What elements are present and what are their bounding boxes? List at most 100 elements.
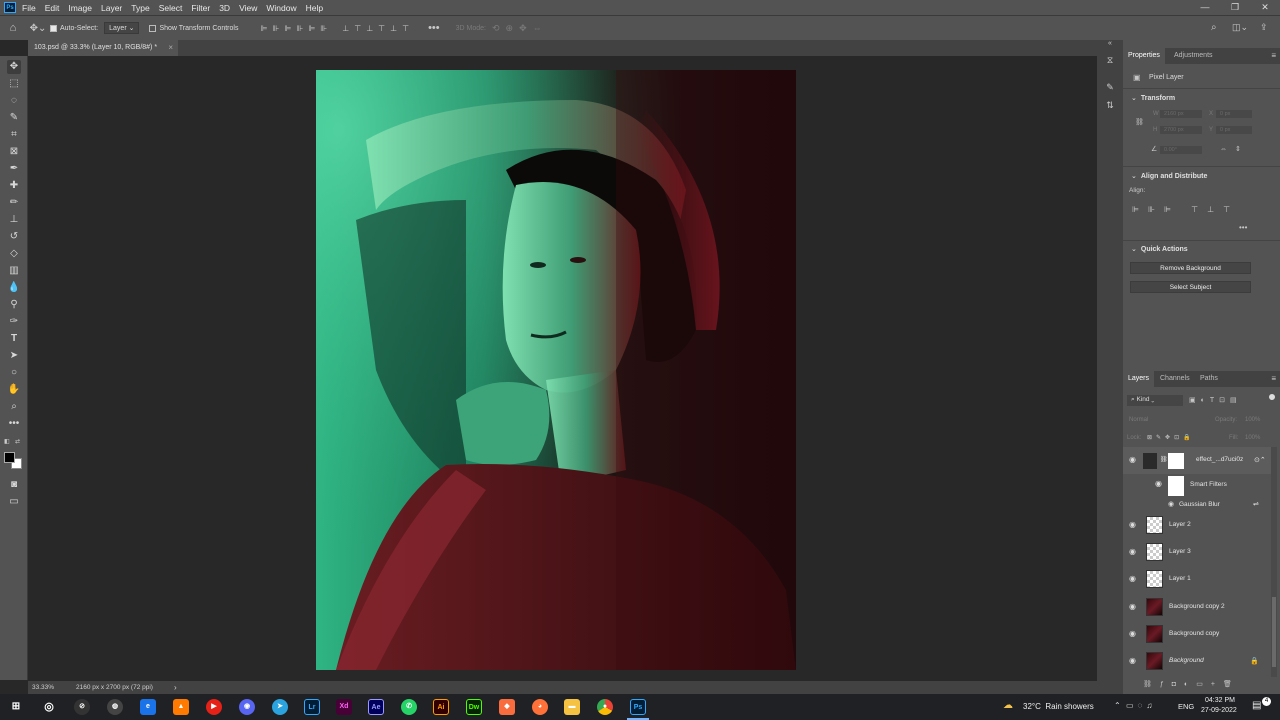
align-buttons-icons[interactable]: ⊫⊪⊫ ⊤⊥⊤	[1132, 205, 1239, 214]
layer-row[interactable]: ◉ Layer 1	[1123, 566, 1271, 593]
menu-view[interactable]: View	[239, 3, 257, 13]
quick-actions-title[interactable]: Quick Actions	[1131, 245, 1188, 253]
visibility-eye-icon[interactable]: ◉	[1129, 602, 1136, 611]
tab-paths[interactable]: Paths	[1195, 371, 1223, 387]
foreground-color-swatch[interactable]	[4, 452, 15, 463]
filter-toggle-icon[interactable]	[1269, 394, 1275, 400]
visibility-eye-icon[interactable]: ◉	[1129, 547, 1136, 556]
brush-tool-icon[interactable]: ✏	[7, 196, 21, 210]
move-tool-icon[interactable]: ✥	[7, 60, 21, 74]
menu-file[interactable]: File	[22, 3, 36, 13]
auto-select-target-dropdown[interactable]: Layer ⌄	[104, 22, 140, 34]
history-brush-tool-icon[interactable]: ↺	[7, 230, 21, 244]
layers-scrollbar[interactable]	[1271, 447, 1277, 677]
menu-layer[interactable]: Layer	[101, 3, 122, 13]
layers-footer-icons[interactable]: ⛓ƒ◘◐▭+🗑	[1143, 680, 1240, 688]
adjustments-panel-icon[interactable]: ⇅	[1103, 100, 1117, 114]
tab-channels[interactable]: Channels	[1155, 371, 1195, 387]
layer-row[interactable]: ◉ ⛓ effect_...d7uci0z ⊙⌃	[1123, 447, 1271, 474]
menu-filter[interactable]: Filter	[191, 3, 210, 13]
minimize-button[interactable]: —	[1190, 0, 1220, 15]
visibility-eye-icon[interactable]: ◉	[1129, 455, 1136, 464]
ellipse-tool-icon[interactable]: ○	[7, 366, 21, 380]
vlc-icon[interactable]: ▲	[173, 699, 189, 715]
document-tab[interactable]: 103.psd @ 33.3% (Layer 10, RGB/8#) * ×	[28, 40, 178, 56]
select-subject-button[interactable]: Select Subject	[1130, 281, 1251, 293]
more-options-icon[interactable]: •••	[428, 22, 440, 34]
layer-name[interactable]: Layer 1	[1169, 575, 1191, 582]
visibility-eye-icon[interactable]: ◉	[1168, 500, 1174, 508]
smart-filters-row[interactable]: ◉ Smart Filters	[1123, 474, 1271, 496]
layer-row[interactable]: ◉ Background copy	[1123, 621, 1271, 648]
default-colors-icon[interactable]: ◧	[4, 438, 12, 445]
eraser-tool-icon[interactable]: ◇	[7, 247, 21, 261]
panel-menu-icon[interactable]: ≡	[1271, 51, 1276, 60]
clone-stamp-tool-icon[interactable]: ⊥	[7, 213, 21, 227]
lock-icons[interactable]: ⊠✎✥⊡🔒	[1147, 434, 1195, 441]
remove-background-button[interactable]: Remove Background	[1130, 262, 1251, 274]
menu-type[interactable]: Type	[131, 3, 149, 13]
zoom-level[interactable]: 33.33%	[32, 684, 54, 691]
dodge-tool-icon[interactable]: ⚲	[7, 298, 21, 312]
home-icon[interactable]: ⌂	[0, 22, 26, 34]
layers-scrollbar-thumb[interactable]	[1272, 597, 1276, 667]
transform-section-title[interactable]: Transform	[1131, 94, 1175, 102]
brush-settings-icon[interactable]: ✎	[1103, 82, 1117, 96]
layer-name[interactable]: Background copy 2	[1169, 603, 1225, 610]
pen-tool-icon[interactable]: ✑	[7, 315, 21, 329]
after-effects-icon[interactable]: Ae	[368, 699, 384, 715]
hand-tool-icon[interactable]: ✋	[7, 383, 21, 397]
telegram-icon[interactable]: ➤	[272, 699, 288, 715]
app-icon[interactable]: ◆	[499, 699, 515, 715]
quick-select-tool-icon[interactable]: ✎	[7, 111, 21, 125]
discord-icon[interactable]: ◉	[239, 699, 255, 715]
frame-tool-icon[interactable]: ⊠	[7, 145, 21, 159]
blend-mode-dropdown[interactable]: Normal	[1129, 417, 1148, 423]
visibility-eye-icon[interactable]: ◉	[1129, 574, 1136, 583]
quick-mask-icon[interactable]: ◙	[7, 478, 21, 492]
tab-properties[interactable]: Properties	[1123, 48, 1165, 64]
align-section-title[interactable]: Align and Distribute	[1131, 172, 1208, 180]
close-tab-icon[interactable]: ×	[168, 43, 173, 52]
opacity-value[interactable]: 100%	[1245, 417, 1260, 423]
app-icon[interactable]: ◍	[107, 699, 123, 715]
menu-window[interactable]: Window	[266, 3, 296, 13]
height-field[interactable]: 2700 px	[1160, 126, 1202, 134]
menu-3d[interactable]: 3D	[219, 3, 230, 13]
layer-row[interactable]: ◉ Background copy 2	[1123, 594, 1271, 621]
language-indicator[interactable]: ENG	[1178, 702, 1194, 711]
document-canvas-image[interactable]	[316, 70, 796, 670]
dreamweaver-icon[interactable]: Dw	[466, 699, 482, 715]
healing-brush-tool-icon[interactable]: ✚	[7, 179, 21, 193]
layer-name[interactable]: Background copy	[1169, 630, 1219, 637]
tray-overflow-icon[interactable]: ⌃	[1114, 701, 1121, 710]
task-view-icon[interactable]: ◎	[41, 699, 57, 715]
file-explorer-icon[interactable]: ▬	[564, 699, 580, 715]
media-player-icon[interactable]: ▶	[206, 699, 222, 715]
share-icon[interactable]: ⇪	[1260, 22, 1268, 33]
menu-help[interactable]: Help	[306, 3, 323, 13]
visibility-eye-icon[interactable]: ◉	[1129, 520, 1136, 529]
layer-filter-dropdown[interactable]: ⌕ Kind ⌄	[1127, 395, 1183, 406]
maximize-button[interactable]: ❐	[1220, 0, 1250, 15]
history-panel-icon[interactable]: ⧖	[1103, 55, 1117, 69]
layer-filter-icons[interactable]: ▣◐T⊡▤	[1189, 396, 1242, 404]
fill-value[interactable]: 100%	[1245, 435, 1260, 441]
layer-name[interactable]: Background	[1169, 657, 1204, 664]
layer-row[interactable]: ◉ Layer 3	[1123, 539, 1271, 566]
layers-panel-menu-icon[interactable]: ≡	[1271, 374, 1276, 383]
link-dimensions-icon[interactable]: ⛓	[1135, 118, 1144, 126]
screen-mode-icon[interactable]: ▭	[7, 495, 21, 509]
type-tool-icon[interactable]: T	[7, 332, 21, 346]
layer-name[interactable]: Layer 3	[1169, 548, 1191, 555]
x-field[interactable]: 0 px	[1216, 110, 1252, 118]
notification-center-icon[interactable]: ▤	[1252, 700, 1261, 711]
close-window-button[interactable]: ✕	[1250, 0, 1280, 15]
marquee-tool-icon[interactable]: ⬚	[7, 77, 21, 91]
visibility-eye-icon[interactable]: ◉	[1129, 629, 1136, 638]
visibility-eye-icon[interactable]: ◉	[1155, 479, 1162, 488]
angle-field[interactable]: 0.00°	[1160, 146, 1202, 154]
eyedropper-tool-icon[interactable]: ✒	[7, 162, 21, 176]
tab-layers[interactable]: Layers	[1123, 371, 1155, 387]
zoom-tool-icon[interactable]: ⌕	[7, 400, 21, 414]
